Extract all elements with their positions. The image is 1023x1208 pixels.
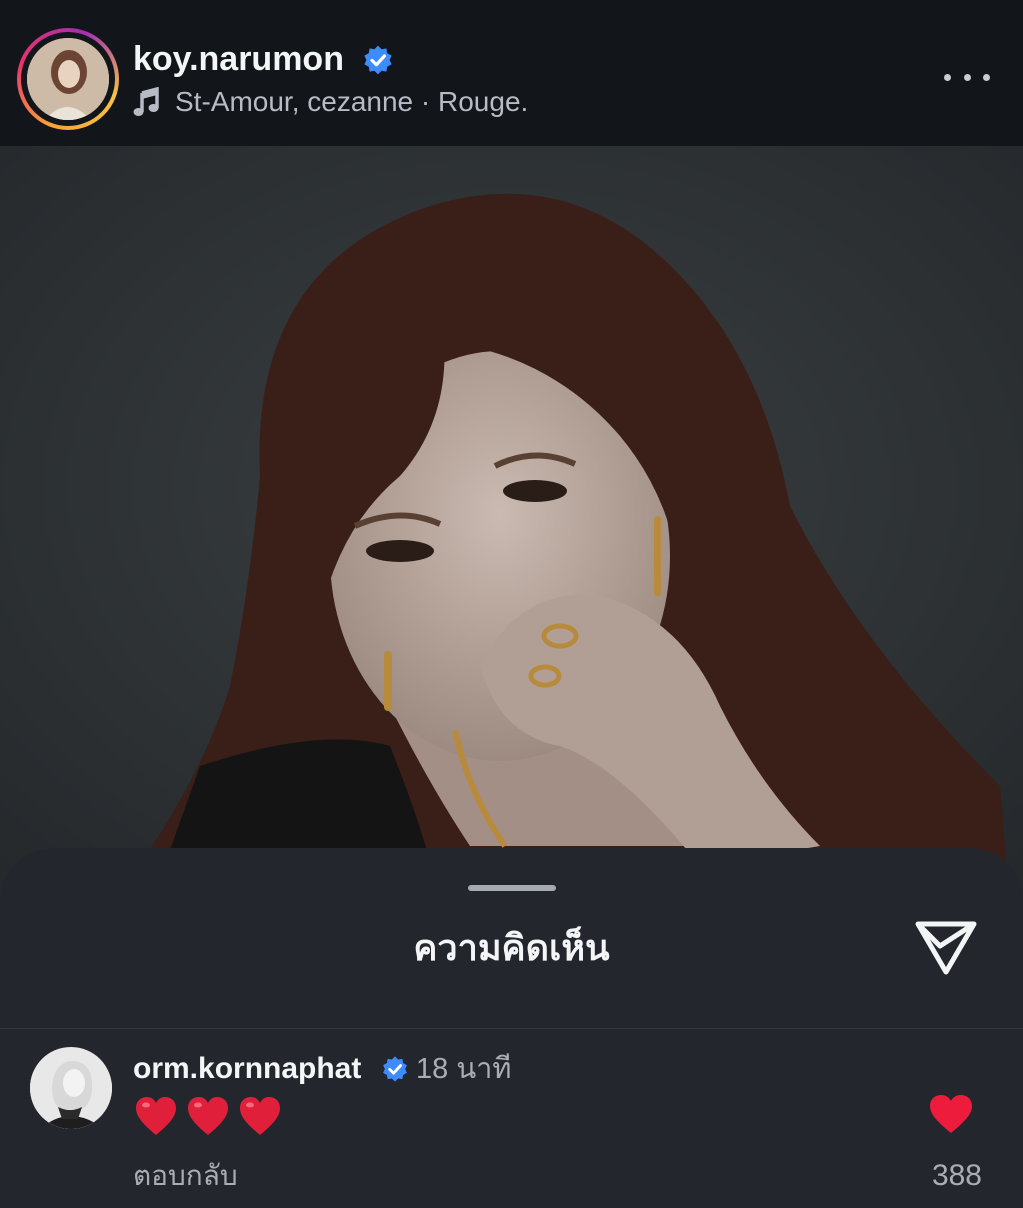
comment-text bbox=[134, 1095, 282, 1137]
red-heart-emoji-icon bbox=[240, 1097, 280, 1135]
commenter-username[interactable]: orm.kornnaphat bbox=[133, 1050, 361, 1088]
music-attribution[interactable]: St-Amour, cezanne · Rouge. bbox=[133, 84, 528, 120]
verified-badge-icon bbox=[364, 45, 392, 75]
heart-icon[interactable] bbox=[928, 1093, 974, 1135]
post-header: koy.narumon St-Amour, cezanne · Rouge. bbox=[0, 0, 1023, 146]
reply-button[interactable]: ตอบกลับ bbox=[133, 1158, 238, 1194]
comments-title: ความคิดเห็น bbox=[413, 927, 610, 968]
post-photo[interactable] bbox=[0, 146, 1023, 906]
comments-divider bbox=[0, 1028, 1023, 1029]
drag-handle[interactable] bbox=[468, 885, 556, 891]
profile-photo bbox=[27, 38, 109, 120]
verified-badge-icon bbox=[383, 1056, 407, 1082]
red-heart-emoji-icon bbox=[188, 1097, 228, 1135]
post-username[interactable]: koy.narumon bbox=[133, 38, 344, 80]
comment-timestamp: 18 นาที bbox=[416, 1053, 512, 1085]
commenter-avatar[interactable] bbox=[30, 1047, 112, 1129]
profile-avatar[interactable] bbox=[17, 28, 119, 130]
like-count: 388 bbox=[931, 1159, 982, 1192]
more-options-icon[interactable] bbox=[944, 62, 990, 92]
music-note-icon bbox=[133, 87, 159, 116]
red-heart-emoji-icon bbox=[136, 1097, 176, 1135]
music-track-label: St-Amour, cezanne · Rouge. bbox=[175, 86, 529, 117]
send-icon[interactable] bbox=[914, 918, 978, 976]
